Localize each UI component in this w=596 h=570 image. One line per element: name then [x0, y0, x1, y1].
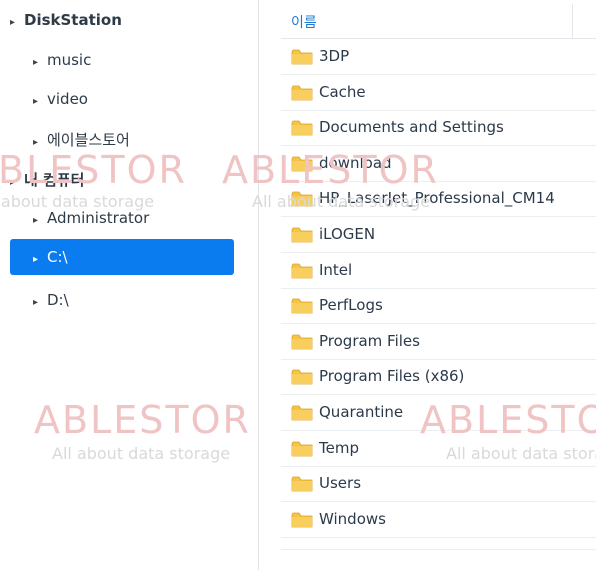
file-row[interactable]: PerfLogs: [281, 288, 596, 325]
file-row[interactable]: Quarantine: [281, 395, 596, 431]
file-name: download: [319, 153, 392, 172]
file-name: Quarantine: [319, 403, 404, 421]
list-end-divider: [281, 537, 596, 551]
file-row[interactable]: Temp: [281, 431, 596, 467]
file-name: Program Files: [319, 331, 420, 350]
file-name: Program Files (x86): [319, 367, 465, 386]
file-name: Documents and Settings: [319, 118, 504, 137]
file-row[interactable]: Intel: [281, 253, 596, 289]
tree-item-label: C:\: [47, 248, 68, 266]
tree-item-diskstation[interactable]: ▸ DiskStation: [10, 2, 122, 38]
file-name: PerfLogs: [319, 296, 383, 315]
tree-item-label: music: [47, 51, 92, 69]
folder-icon: [291, 441, 313, 457]
column-header: 이름: [281, 4, 596, 39]
file-row[interactable]: Program Files (x86): [281, 359, 596, 396]
tree-item-label: video: [47, 90, 88, 108]
folder-icon: [291, 298, 313, 314]
tree-item-video[interactable]: ▸ video: [33, 81, 88, 117]
expand-arrow-icon[interactable]: ▸: [10, 165, 24, 201]
folder-icon: [291, 263, 313, 279]
file-list: 이름 3DP Cache Documents and Settings downloa…: [281, 0, 596, 570]
tree-item-label: D:\: [47, 291, 69, 309]
folder-icon: [291, 227, 313, 243]
file-row[interactable]: HP_LaserJet_Professional_CM14: [281, 181, 596, 218]
folder-icon: [291, 334, 313, 350]
tree-item-label: DiskStation: [24, 11, 122, 29]
folder-icon: [291, 156, 313, 172]
tree-item-my-computer[interactable]: ▸ 내 컴퓨터: [10, 162, 84, 198]
tree-item-label: 에이블스토어: [47, 131, 130, 149]
file-name: Temp: [319, 438, 359, 457]
file-name: Cache: [319, 82, 366, 101]
tree-item-music[interactable]: ▸ music: [33, 42, 91, 78]
tree-item-administrator[interactable]: ▸ Administrator: [33, 200, 149, 236]
expand-arrow-icon[interactable]: ▸: [33, 203, 47, 239]
file-row[interactable]: Windows: [281, 502, 596, 538]
expand-arrow-icon[interactable]: ▸: [10, 5, 24, 41]
tree-item-ablestore[interactable]: ▸ 에이블스토어: [33, 122, 130, 158]
file-row[interactable]: iLOGEN: [281, 217, 596, 253]
folder-icon: [291, 405, 313, 421]
tree-item-label: Administrator: [47, 209, 150, 227]
panel-divider[interactable]: [258, 0, 259, 570]
file-name: iLOGEN: [319, 225, 376, 243]
tree-item-c-drive[interactable]: ▸ C:\: [10, 239, 234, 275]
tree-item-label: 내 컴퓨터: [24, 171, 85, 189]
folder-icon: [291, 476, 313, 492]
expand-arrow-icon[interactable]: ▸: [33, 84, 47, 120]
column-resize-handle[interactable]: [572, 4, 573, 38]
file-name: HP_LaserJet_Professional_CM14: [319, 189, 555, 208]
file-row[interactable]: 3DP: [281, 39, 596, 75]
expand-arrow-icon[interactable]: ▸: [33, 45, 47, 81]
folder-icon: [291, 49, 313, 65]
folder-icon: [291, 191, 313, 207]
folder-icon: [291, 120, 313, 136]
column-header-name[interactable]: 이름: [291, 12, 317, 32]
file-row[interactable]: download: [281, 146, 596, 182]
folder-tree: ▸ DiskStation ▸ music ▸ video ▸ 에이블스토어 ▸ 내 컴퓨…: [0, 0, 258, 570]
file-row[interactable]: Program Files: [281, 324, 596, 360]
file-row[interactable]: Users: [281, 466, 596, 503]
folder-icon: [291, 512, 313, 528]
folder-icon: [291, 85, 313, 101]
expand-arrow-icon[interactable]: ▸: [33, 285, 47, 321]
expand-arrow-icon[interactable]: ▸: [33, 242, 47, 278]
file-name: Users: [319, 474, 362, 493]
folder-icon: [291, 369, 313, 385]
file-row[interactable]: Documents and Settings: [281, 110, 596, 147]
file-row[interactable]: Cache: [281, 75, 596, 111]
expand-arrow-icon[interactable]: ▸: [33, 125, 47, 161]
file-name: Windows: [319, 509, 386, 528]
tree-item-d-drive[interactable]: ▸ D:\: [33, 282, 69, 318]
file-name: Intel: [319, 260, 353, 279]
file-name: 3DP: [319, 47, 350, 65]
